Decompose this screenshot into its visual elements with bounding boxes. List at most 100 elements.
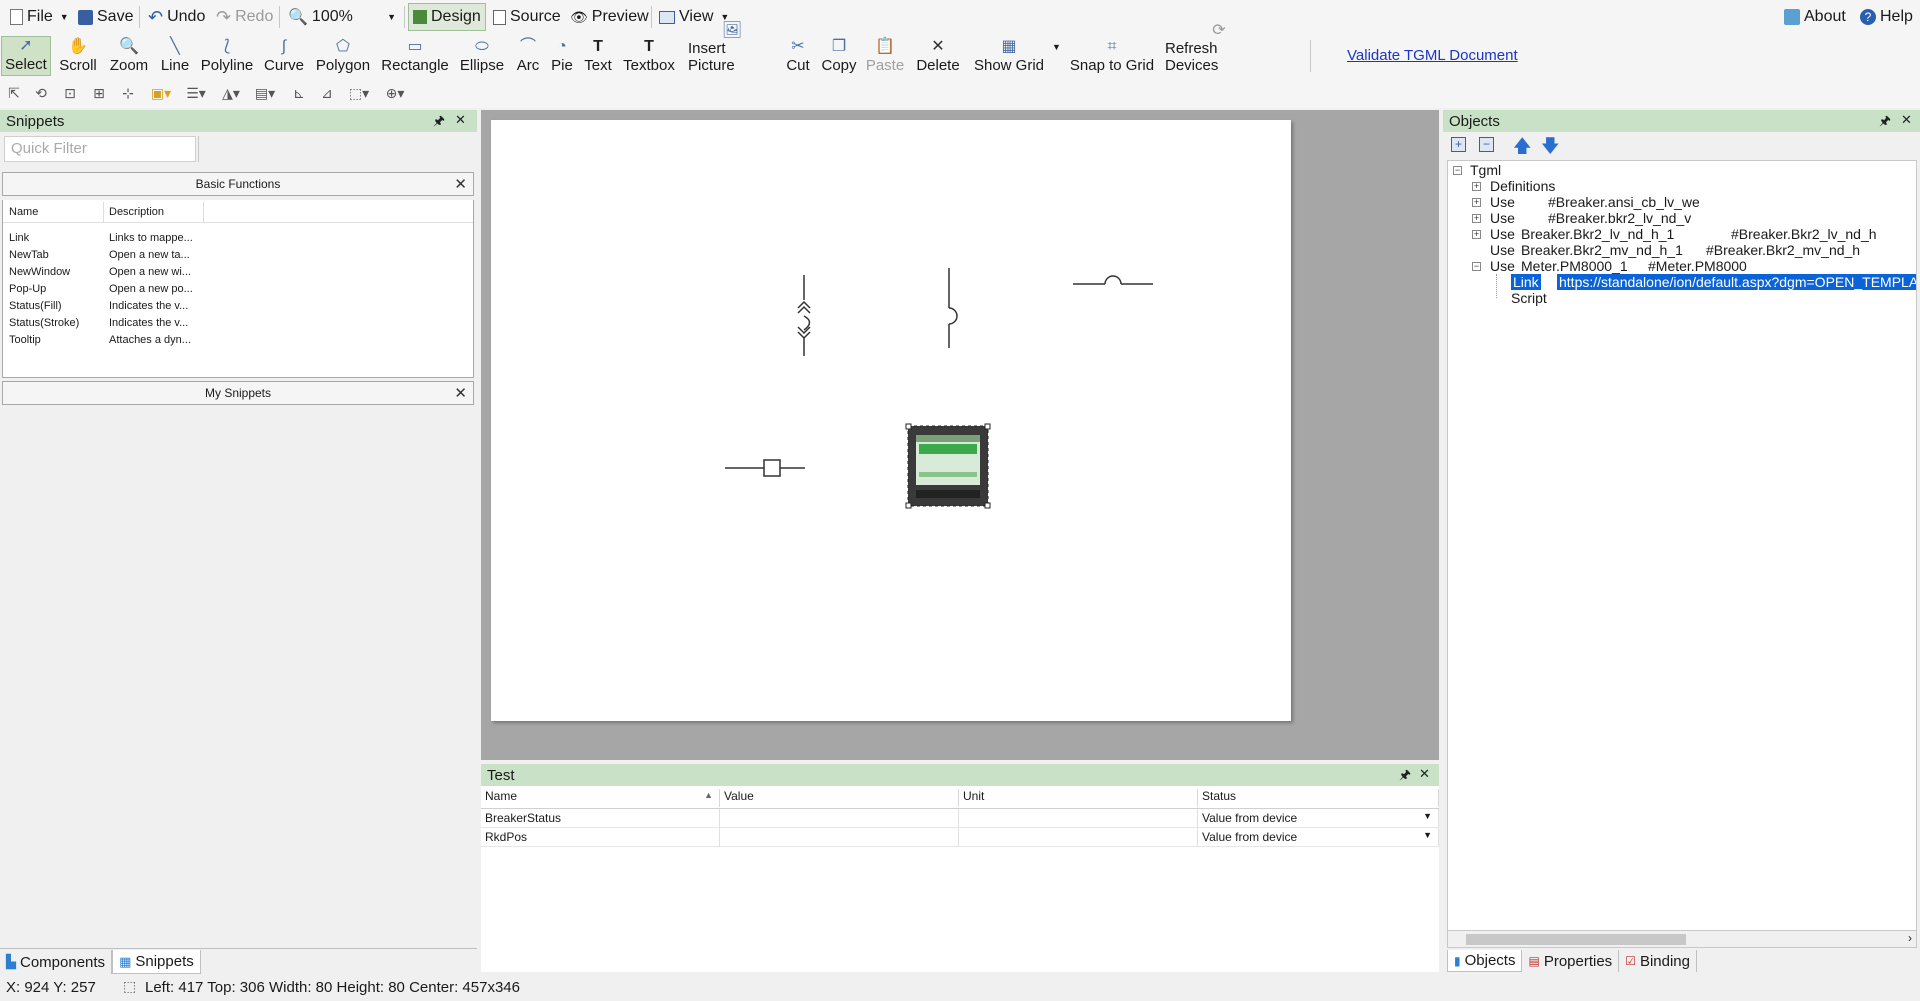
ellipse-tool[interactable]: ⬭ Ellipse xyxy=(457,36,507,76)
column-header-unit[interactable]: Unit xyxy=(959,789,1198,807)
refresh-devices-button[interactable]: ⟳ Refresh Devices xyxy=(1162,23,1276,76)
expand-icon[interactable]: + xyxy=(1472,214,1481,223)
table-row[interactable]: NewTab xyxy=(9,249,49,266)
redo-button[interactable]: ↷ Redo xyxy=(212,3,277,31)
my-snippets-header[interactable]: My Snippets ✕ xyxy=(2,381,474,405)
undo-button[interactable]: ↶ Undo xyxy=(144,3,209,31)
snap-to-grid-button[interactable]: ⌗ Snap to Grid xyxy=(1066,36,1158,76)
chevron-right-icon[interactable]: › xyxy=(1908,931,1912,945)
column-header-status[interactable]: Status xyxy=(1198,789,1439,807)
align-icon[interactable]: ⊹ xyxy=(117,83,139,103)
table-row[interactable]: NewWindow xyxy=(9,266,70,283)
table-row[interactable]: Tooltip xyxy=(9,334,41,351)
connector-icon[interactable]: ⊿ xyxy=(316,83,338,103)
anchor-icon[interactable]: ⊕▾ xyxy=(384,83,406,103)
about-button[interactable]: About xyxy=(1780,3,1850,31)
file-menu[interactable]: File ▼ xyxy=(6,3,73,31)
validate-tgml-link[interactable]: Validate TGML Document xyxy=(1347,47,1518,64)
design-canvas[interactable] xyxy=(481,110,1439,760)
tree-node-definitions[interactable]: Definitions xyxy=(1490,178,1555,194)
basic-functions-header[interactable]: Basic Functions ✕ xyxy=(2,172,474,196)
zoom-select[interactable]: 🔍 100% ▼ xyxy=(284,3,400,31)
table-row[interactable]: Link xyxy=(9,232,29,249)
column-header-name[interactable]: Name ▲ xyxy=(481,789,720,807)
close-icon[interactable]: ✕ xyxy=(454,384,467,402)
tree-node-use[interactable]: Use #Breaker.ansi_cb_lv_we xyxy=(1490,194,1700,210)
transform-icon[interactable]: ⬚▾ xyxy=(348,83,370,103)
tree-node-link[interactable]: Link https://standalone/ion/default.aspx… xyxy=(1511,274,1916,290)
copy-button[interactable]: ❐ Copy xyxy=(818,36,860,76)
tree-node-script[interactable]: Script xyxy=(1511,290,1547,306)
save-button[interactable]: Save xyxy=(74,3,137,31)
curve-tool[interactable]: ∫ Curve xyxy=(262,36,306,76)
collapse-all-icon[interactable]: − xyxy=(1479,137,1494,152)
distribute-icon[interactable]: ☰▾ xyxy=(185,83,207,103)
insert-picture-tool[interactable]: 🖼 Insert Picture xyxy=(685,23,779,76)
tab-source[interactable]: Source xyxy=(489,3,565,31)
expand-icon[interactable]: + xyxy=(1472,230,1481,239)
flip-icon[interactable]: ◮▾ xyxy=(220,83,242,103)
pin-icon[interactable]: 🖈 xyxy=(433,112,445,134)
breaker-bkr2-lv-nd-v[interactable] xyxy=(948,268,958,348)
table-row[interactable]: Status(Fill) xyxy=(9,300,62,317)
cut-button[interactable]: ✂ Cut xyxy=(782,36,814,76)
delete-button[interactable]: ✕ Delete xyxy=(912,36,964,76)
breaker-bkr2-lv-nd-h[interactable] xyxy=(1073,275,1153,285)
column-header-name[interactable]: Name xyxy=(9,206,38,218)
status-dropdown[interactable]: Value from device ▼ xyxy=(1198,828,1439,847)
value-input[interactable] xyxy=(720,828,959,847)
paste-button[interactable]: 📋 Paste xyxy=(864,36,906,76)
text-tool[interactable]: T Text xyxy=(580,36,616,76)
column-header-value[interactable]: Value xyxy=(720,789,959,807)
tab-preview[interactable]: 👁 Preview xyxy=(566,3,653,31)
value-input[interactable] xyxy=(720,809,959,828)
polyline-tool[interactable]: ⟅ Polyline xyxy=(198,36,256,76)
collapse-icon[interactable]: − xyxy=(1472,262,1481,271)
tree-node-use[interactable]: Use Breaker.Bkr2_mv_nd_h_1 #Breaker.Bkr2… xyxy=(1490,242,1860,258)
expand-icon[interactable]: + xyxy=(1472,182,1481,191)
tab-objects[interactable]: ▮ Objects xyxy=(1447,950,1523,972)
tree-node-use[interactable]: Use Breaker.Bkr2_lv_nd_h_1 #Breaker.Bkr2… xyxy=(1490,226,1877,242)
scroll-tool[interactable]: ✋ Scroll xyxy=(54,36,102,76)
path-icon[interactable]: ⊾ xyxy=(288,83,310,103)
close-icon[interactable]: ✕ xyxy=(1419,766,1430,782)
textbox-tool[interactable]: T Textbox xyxy=(621,36,677,76)
rotate-icon[interactable]: ⟲ xyxy=(30,83,52,103)
tree-node-tgml[interactable]: Tgml xyxy=(1470,162,1501,178)
show-grid-button[interactable]: ▦ Show Grid xyxy=(970,36,1048,76)
line-tool[interactable]: ╲ Line xyxy=(156,36,194,76)
select-parent-icon[interactable]: ⇱ xyxy=(3,83,25,103)
tree-node-use[interactable]: Use Meter.PM8000_1 #Meter.PM8000 xyxy=(1490,258,1747,274)
close-icon[interactable]: ✕ xyxy=(1901,112,1912,128)
expand-all-icon[interactable]: + xyxy=(1451,137,1466,152)
chevron-down-icon[interactable]: ▼ xyxy=(1052,42,1061,52)
pie-tool[interactable]: ◔ Pie xyxy=(548,36,576,76)
status-dropdown[interactable]: Value from device ▼ xyxy=(1198,809,1439,828)
table-row[interactable]: Status(Stroke) xyxy=(9,317,79,334)
tree-node-use[interactable]: Use #Breaker.bkr2_lv_nd_v xyxy=(1490,210,1691,226)
zoom-tool[interactable]: 🔍 Zoom xyxy=(105,36,153,76)
pin-icon[interactable]: 🖈 xyxy=(1399,766,1411,788)
order-icon[interactable]: ▣▾ xyxy=(150,83,172,103)
ungroup-icon[interactable]: ⊞ xyxy=(88,83,110,103)
select-tool[interactable]: ➚ Select xyxy=(1,36,51,76)
quick-filter-input[interactable]: Quick Filter xyxy=(4,136,196,162)
tab-properties[interactable]: ▤ Properties xyxy=(1522,950,1620,972)
horizontal-scrollbar[interactable]: › xyxy=(1447,930,1917,948)
table-row[interactable]: Pop-Up xyxy=(9,283,46,300)
close-icon[interactable]: ✕ xyxy=(454,175,467,193)
group-icon[interactable]: ⊡ xyxy=(59,83,81,103)
rectangle-tool[interactable]: ▭ Rectangle xyxy=(379,36,451,76)
pin-icon[interactable]: 🖈 xyxy=(1879,112,1891,134)
polygon-tool[interactable]: ⬠ Polygon xyxy=(313,36,373,76)
arc-tool[interactable]: ⌒ Arc xyxy=(512,36,544,76)
drawing-page[interactable] xyxy=(491,120,1291,721)
tab-design[interactable]: Design xyxy=(408,3,486,31)
tab-binding[interactable]: ☑ Binding xyxy=(1619,950,1697,972)
column-header-description[interactable]: Description xyxy=(109,206,164,218)
size-icon[interactable]: ▤▾ xyxy=(254,83,276,103)
tab-components[interactable]: ▙ Components xyxy=(0,950,113,974)
close-icon[interactable]: ✕ xyxy=(455,112,466,128)
breaker-ansi-cb-lv-we[interactable] xyxy=(797,275,811,356)
expand-icon[interactable]: + xyxy=(1472,198,1481,207)
